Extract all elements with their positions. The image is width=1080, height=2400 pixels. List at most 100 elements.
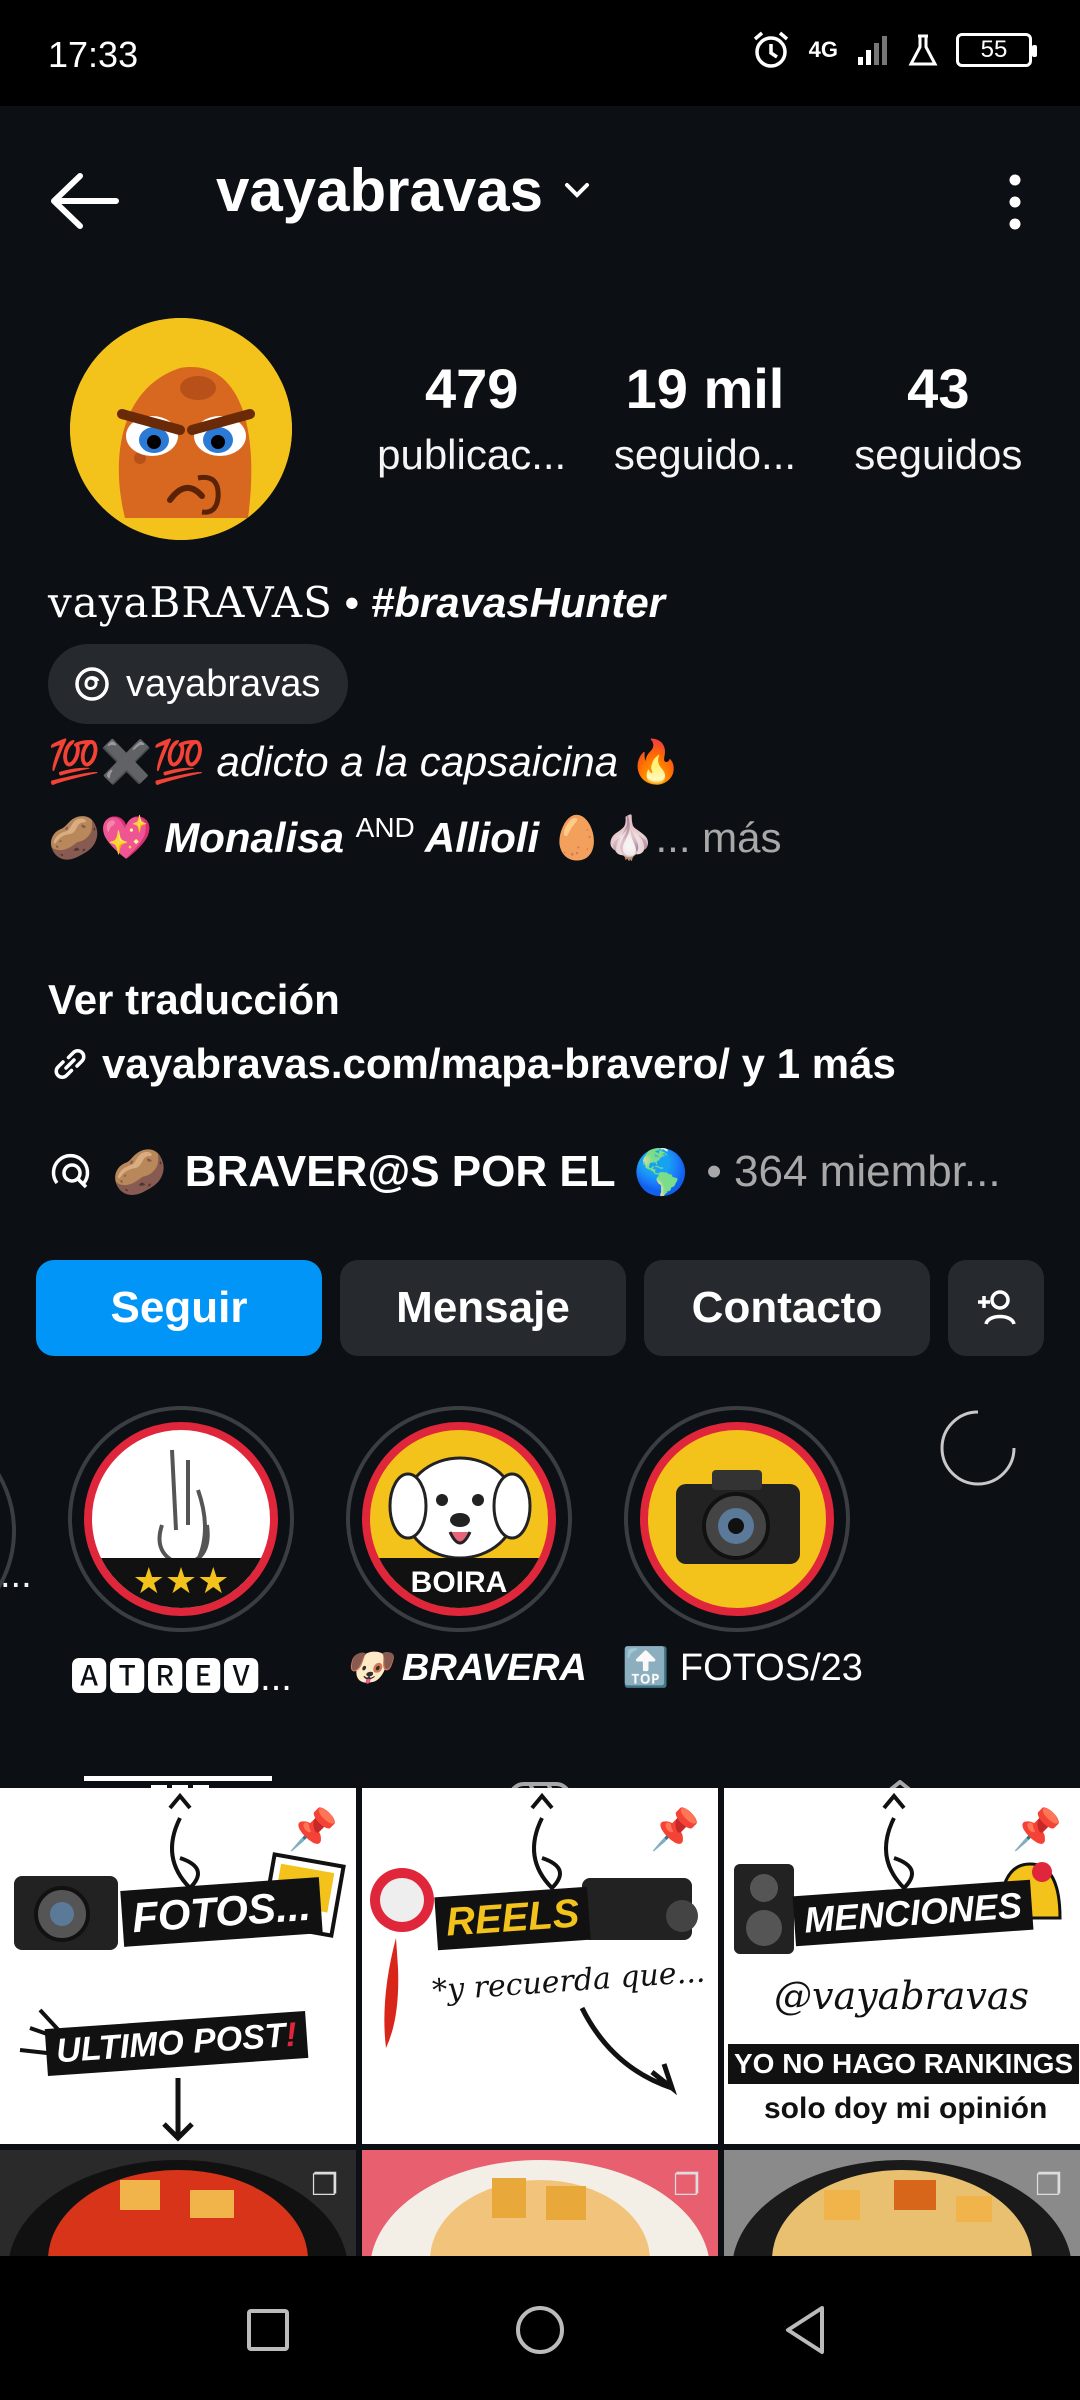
loading-spinner-icon <box>940 1410 1016 1486</box>
highlight-bravera[interactable]: BOIRA 🐶 BRAVERA <box>344 1406 587 1690</box>
highlight-boira-text: BOIRA <box>410 1566 508 1599</box>
pin-icon: 📌 <box>288 1808 338 1852</box>
bio-line-1: 💯✖️💯 adicto a la capsaicina 🔥 <box>48 738 1048 787</box>
username-dropdown[interactable]: vayabravas <box>216 156 595 225</box>
grid-post-reels[interactable]: REELS *y recuerda que... 📌 <box>362 1788 718 2144</box>
camera-icon <box>676 1470 800 1564</box>
pin-icon: 📌 <box>1012 1808 1062 1852</box>
channel-name: BRAVER@S POR EL <box>184 1147 616 1196</box>
name-separator: • <box>332 579 371 626</box>
message-button[interactable]: Mensaje <box>340 1260 626 1356</box>
profile-screen: vayabravas 479 publicac... 19 mil seguid… <box>0 106 1080 2256</box>
highlight-ring: ★★★ <box>68 1406 294 1632</box>
chevron-down-icon <box>564 182 589 198</box>
back-arrow-icon[interactable] <box>44 166 124 236</box>
pin-icon: 📌 <box>650 1808 700 1852</box>
network-type: 4G <box>808 37 838 62</box>
bio-text-capsaicina: adicto a la capsaicina <box>204 738 630 785</box>
broadcast-channel[interactable]: 🥔 BRAVER@S POR EL 🌎 • 364 miembr... <box>48 1146 1048 1198</box>
grid-post-rankings: YO NO HAGO RANKINGS <box>728 2044 1080 2084</box>
top-bar: vayabravas <box>0 106 1080 280</box>
stat-followers-value: 19 mil <box>625 357 785 420</box>
highlight-label: 🔝 FOTOS/23 <box>622 1647 863 1689</box>
highlight-atrev[interactable]: ★★★ 🅰🆃🆁🅴🆅... <box>66 1406 296 1701</box>
channel-members: • 364 miembr... <box>706 1147 1001 1196</box>
highlight-partial-label: ... <box>0 1554 32 1596</box>
system-navigation-bar <box>0 2256 1080 2400</box>
follow-button[interactable]: Seguir <box>36 1260 322 1356</box>
bio-emoji-hundred: 💯✖️💯 <box>48 738 205 785</box>
highlight-label: 🅰🆃🆁🅴🆅... <box>70 1657 292 1699</box>
stat-following-label: seguidos <box>854 431 1023 478</box>
grid-post-subtitle-mark: ! <box>284 2015 299 2055</box>
suggested-users-button[interactable] <box>948 1260 1044 1356</box>
bravas-plate-image <box>371 2160 709 2256</box>
grid-post-title: REELS <box>434 1886 592 1951</box>
highlight-cover <box>640 1422 834 1616</box>
highlight-stars: ★★★ <box>132 1560 230 1601</box>
highlight-cover: BOIRA <box>362 1422 556 1616</box>
bravas-plate-image <box>733 2160 1071 2256</box>
bio-more-link[interactable]: ... más <box>656 814 782 861</box>
stat-posts[interactable]: 479 publicac... <box>355 356 588 479</box>
bio-emoji-potato: 🥔💖 <box>48 814 153 861</box>
username-title: vayabravas <box>216 157 543 224</box>
bio-emoji-fire: 🔥 <box>629 738 683 785</box>
contact-button[interactable]: Contacto <box>644 1260 930 1356</box>
grid-post-food-2[interactable]: ❐ <box>362 2150 718 2256</box>
bio-emoji-egg-garlic: 🥚🧄 <box>550 814 656 861</box>
highlight-partial[interactable] <box>0 1418 16 1644</box>
channel-emoji-globe: 🌎 <box>633 1148 689 1197</box>
add-person-icon <box>978 1290 1016 1325</box>
stat-followers-label: seguido... <box>613 431 797 478</box>
name-hashtag[interactable]: #bravasHunter <box>371 579 665 626</box>
flask-icon <box>908 34 938 66</box>
channel-icon <box>51 1153 90 1189</box>
back-nav-icon[interactable] <box>782 2304 830 2356</box>
external-link[interactable]: vayabravas.com/mapa-bravero/ y 1 más <box>48 1040 1048 1088</box>
profile-stats: 479 publicac... 19 mil seguido... 43 seg… <box>355 356 1055 479</box>
status-icons: 4G 55 <box>751 30 1037 70</box>
stat-following-value: 43 <box>907 357 970 420</box>
channel-emoji: 🥔 <box>112 1148 167 1197</box>
bravas-plate-image <box>9 2160 347 2256</box>
highlight-ring: BOIRA <box>346 1406 572 1632</box>
bio-allioli: Allioli <box>414 814 551 861</box>
stat-posts-value: 479 <box>424 357 519 420</box>
recent-apps-icon[interactable] <box>246 2308 290 2352</box>
highlight-cover: ★★★ <box>84 1422 278 1616</box>
home-icon[interactable] <box>514 2304 566 2356</box>
multi-post-icon: ❐ <box>673 2169 700 2202</box>
multi-post-icon: ❐ <box>311 2169 338 2202</box>
multi-post-icon: ❐ <box>1035 2169 1062 2202</box>
bio-monalisa: Monalisa <box>152 814 356 861</box>
grid-post-fotos[interactable]: FOTOS... ULTIMO POST! 📌 <box>0 1788 356 2144</box>
translate-link[interactable]: Ver traducción <box>48 976 1048 1024</box>
stat-followers[interactable]: 19 mil seguido... <box>588 356 821 479</box>
grid-post-handle: @vayabravas <box>774 1974 1030 2018</box>
grid-post-food-3[interactable]: ❐ <box>724 2150 1080 2256</box>
status-bar: 17:33 4G 55 <box>0 0 1080 106</box>
highlight-fotos[interactable]: 🔝 FOTOS/23 <box>622 1406 863 1690</box>
external-link-text: vayabravas.com/mapa-bravero/ y 1 más <box>102 1040 896 1087</box>
display-name: vayaBRAVAS <box>48 578 333 627</box>
more-options-icon[interactable] <box>990 162 1040 242</box>
stat-posts-label: publicac... <box>377 431 567 478</box>
bio-and: AND <box>355 812 415 843</box>
link-icon <box>54 1049 86 1079</box>
highlight-label: 🐶 BRAVERA <box>344 1646 587 1690</box>
grid-post-opinion: solo doy mi opinión <box>764 2092 1048 2125</box>
active-tab-indicator <box>84 1776 272 1781</box>
battery-indicator: 55 <box>956 33 1037 67</box>
profile-name: vayaBRAVAS • #bravasHunter <box>48 578 665 627</box>
bio-line-2: 🥔💖 Monalisa AND Allioli 🥚🧄... más <box>48 812 1048 863</box>
avatar[interactable] <box>70 318 292 540</box>
threads-badge[interactable]: vayabravas <box>48 644 349 724</box>
stat-following[interactable]: 43 seguidos <box>822 356 1055 479</box>
signal-icon <box>858 36 887 65</box>
grid-post-menciones[interactable]: MENCIONES @vayabravas YO NO HAGO RANKING… <box>724 1788 1080 2144</box>
grid-post-food-1[interactable]: ❐ <box>0 2150 356 2256</box>
status-time: 17:33 <box>48 34 139 75</box>
threads-handle: vayabravas <box>126 662 321 705</box>
alarm-icon <box>753 31 788 68</box>
